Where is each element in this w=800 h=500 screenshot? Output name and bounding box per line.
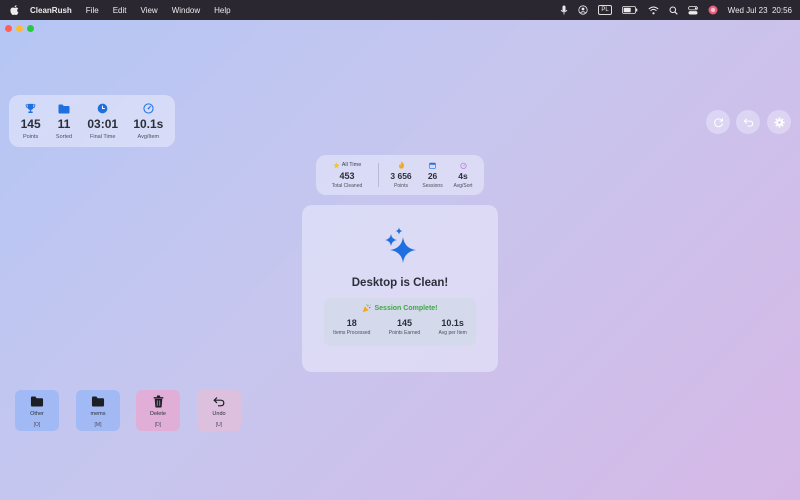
flame-icon bbox=[398, 161, 404, 169]
desktop-clean-card: Desktop is Clean! Session Complete! 18 I… bbox=[302, 205, 498, 372]
all-time-stats-card: All Time 453 Total Cleaned 3 656 Points bbox=[316, 155, 484, 195]
stat-final-time-value: 03:01 bbox=[87, 116, 119, 131]
star-icon bbox=[333, 161, 340, 168]
menu-view[interactable]: View bbox=[140, 6, 157, 15]
all-time-total-label: Total Cleaned bbox=[331, 182, 363, 189]
stat-final-time: 03:01 Final Time bbox=[87, 103, 118, 140]
all-time-avg-sort: 4s Avg/Sort bbox=[453, 161, 473, 189]
sparkles-icon bbox=[385, 227, 416, 263]
action-other-label: Other bbox=[30, 411, 44, 417]
clean-title: Desktop is Clean! bbox=[351, 277, 449, 289]
menu-app-name[interactable]: CleanRush bbox=[30, 6, 72, 15]
all-time-heading: All Time bbox=[341, 162, 362, 168]
action-mems-label: mems bbox=[90, 411, 106, 417]
stat-avg-item-value: 10.1s bbox=[133, 116, 164, 131]
session-complete-box: Session Complete! 18 Items Processed 145… bbox=[324, 298, 476, 346]
stat-points-label: Points bbox=[22, 133, 39, 140]
menubar-clock[interactable]: Wed Jul 23 20:56 bbox=[728, 6, 792, 15]
action-delete-shortcut: [D] bbox=[154, 422, 162, 428]
wifi-icon[interactable] bbox=[648, 6, 659, 15]
stat-final-time-label: Final Time bbox=[90, 133, 116, 140]
undo-arrow-icon bbox=[743, 117, 753, 127]
stat-points: 145 Points bbox=[21, 103, 41, 140]
input-source-badge[interactable]: PL bbox=[598, 5, 612, 15]
session-stats-card: 145 Points 11 Sorted 03:01 Final Time 10… bbox=[9, 95, 175, 147]
refresh-icon bbox=[713, 117, 723, 127]
apple-logo-icon[interactable] bbox=[9, 4, 21, 16]
all-time-sessions: 26 Sessions bbox=[422, 161, 443, 189]
points-earned-label: Points Earned bbox=[388, 330, 421, 336]
window-zoom-button[interactable] bbox=[27, 25, 34, 32]
session-complete-heading: Session Complete! bbox=[374, 305, 438, 312]
party-popper-icon bbox=[363, 304, 372, 313]
points-earned: 145 Points Earned bbox=[389, 318, 420, 336]
speedometer-icon bbox=[143, 103, 154, 114]
siri-icon[interactable] bbox=[708, 5, 718, 15]
items-processed-label: Items Processed bbox=[333, 330, 371, 336]
stat-avg-item-label: Avg/Item bbox=[137, 133, 160, 140]
all-time-avg-sort-value: 4s bbox=[458, 171, 468, 181]
app-window: 145 Points 11 Sorted 03:01 Final Time 10… bbox=[0, 20, 800, 500]
avg-per-item-value: 10.1s bbox=[441, 318, 464, 328]
restart-button[interactable] bbox=[706, 110, 730, 134]
timer-icon bbox=[459, 162, 467, 169]
settings-button[interactable] bbox=[767, 110, 791, 134]
menu-file[interactable]: File bbox=[86, 6, 99, 15]
avg-per-item-label: Avg per Item bbox=[438, 330, 467, 336]
all-time-sessions-value: 26 bbox=[427, 171, 438, 181]
undo-button[interactable]: Undo [U] bbox=[197, 390, 241, 431]
user-circle-icon[interactable] bbox=[578, 5, 588, 15]
all-time-points: 3 656 Points bbox=[390, 161, 412, 189]
move-to-other-button[interactable]: Other [O] bbox=[15, 390, 59, 431]
action-undo-shortcut: [U] bbox=[215, 422, 223, 428]
divider bbox=[378, 163, 379, 187]
delete-button[interactable]: Delete [D] bbox=[136, 390, 180, 431]
items-processed: 18 Items Processed bbox=[333, 318, 370, 336]
action-undo-label: Undo bbox=[212, 411, 226, 417]
avg-per-item: 10.1s Avg per Item bbox=[439, 318, 467, 336]
all-time-avg-sort-label: Avg/Sort bbox=[453, 183, 473, 189]
folder-icon bbox=[91, 396, 105, 406]
all-time-total: All Time 453 Total Cleaned bbox=[322, 161, 372, 189]
window-close-button[interactable] bbox=[5, 25, 12, 32]
stat-sorted-label: Sorted bbox=[55, 133, 73, 140]
move-to-mems-button[interactable]: mems [M] bbox=[76, 390, 120, 431]
status-area: PL Wed Jul 23 20:56 bbox=[560, 0, 792, 20]
trash-icon bbox=[153, 395, 163, 407]
undo-top-button[interactable] bbox=[736, 110, 760, 134]
clock-icon bbox=[97, 103, 108, 114]
all-time-points-label: Points bbox=[394, 183, 408, 189]
folder-icon bbox=[58, 104, 70, 113]
window-controls bbox=[5, 25, 34, 32]
action-other-shortcut: [O] bbox=[33, 422, 41, 428]
window-minimize-button[interactable] bbox=[16, 25, 23, 32]
points-earned-value: 145 bbox=[396, 318, 412, 328]
spotlight-search-icon[interactable] bbox=[669, 6, 678, 15]
control-center-icon[interactable] bbox=[687, 5, 698, 15]
all-time-points-value: 3 656 bbox=[390, 171, 412, 181]
menu-bar: CleanRush File Edit View Window Help PL bbox=[0, 0, 800, 20]
action-delete-label: Delete bbox=[150, 411, 166, 417]
all-time-sessions-label: Sessions bbox=[422, 183, 443, 189]
battery-icon[interactable] bbox=[621, 6, 638, 14]
gear-icon bbox=[773, 116, 785, 128]
calendar-icon bbox=[429, 162, 436, 169]
microphone-icon[interactable] bbox=[560, 5, 568, 15]
stat-avg-item: 10.1s Avg/Item bbox=[133, 103, 163, 140]
stat-sorted: 11 Sorted bbox=[56, 103, 72, 140]
trophy-icon bbox=[25, 103, 36, 113]
undo-arrow-icon bbox=[213, 396, 225, 406]
folder-icon bbox=[30, 396, 44, 406]
all-time-total-value: 453 bbox=[339, 170, 355, 181]
menu-edit[interactable]: Edit bbox=[113, 6, 127, 15]
menu-window[interactable]: Window bbox=[172, 6, 200, 15]
items-processed-value: 18 bbox=[346, 318, 357, 328]
action-mems-shortcut: [M] bbox=[94, 422, 102, 428]
menu-help[interactable]: Help bbox=[214, 6, 230, 15]
stat-points-value: 145 bbox=[20, 116, 41, 131]
stat-sorted-value: 11 bbox=[57, 116, 71, 131]
